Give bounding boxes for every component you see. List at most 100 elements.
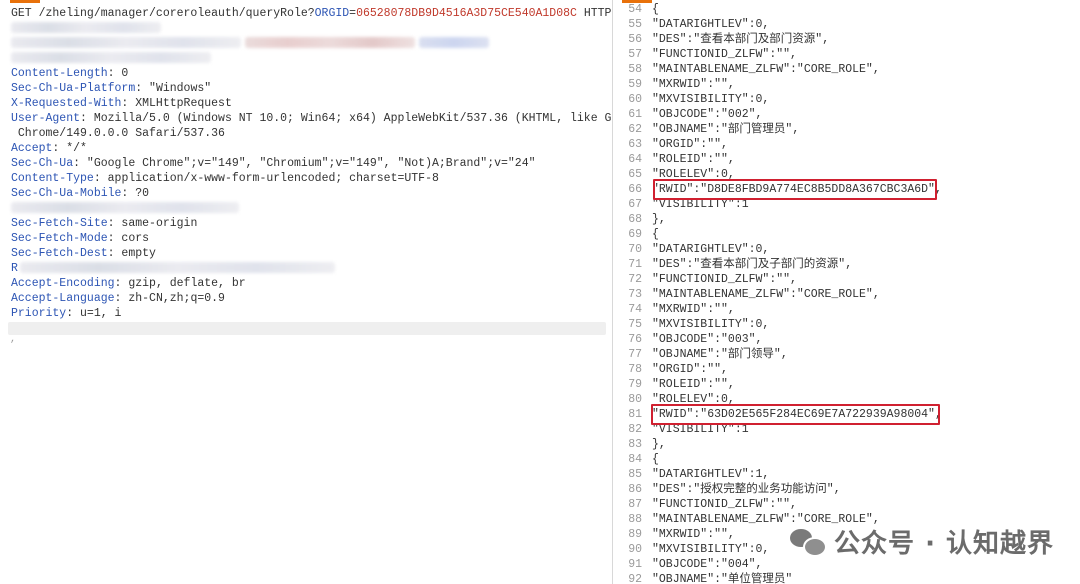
redacted-header — [11, 21, 608, 36]
code-line: 73 "MAINTABLENAME_ZLFW":"CORE_ROLE", — [614, 287, 1080, 302]
line-content: "FUNCTIONID_ZLFW":"", — [652, 273, 797, 286]
line-content: { — [652, 453, 659, 466]
line-content: "FUNCTIONID_ZLFW":"", — [652, 498, 797, 511]
code-line: 86 "DES":"授权完整的业务功能访问", — [614, 482, 1080, 497]
header-line-continued: Chrome/149.0.0.0 Safari/537.36 — [11, 127, 225, 140]
line-number: 66 — [628, 183, 642, 196]
code-line: 68}, — [614, 212, 1080, 227]
line-content: }, — [652, 213, 666, 226]
redacted-header — [11, 36, 608, 51]
line-content: "MAINTABLENAME_ZLFW":"CORE_ROLE", — [652, 288, 880, 301]
line-number: 88 — [628, 513, 642, 526]
code-line: 71 "DES":"查看本部门及子部门的资源", — [614, 257, 1080, 272]
line-content: "ORGID":"", — [652, 363, 728, 376]
header-line: Priority: u=1, i — [11, 307, 122, 320]
line-number: 82 — [628, 423, 642, 436]
line-number: 56 — [628, 33, 642, 46]
line-number: 61 — [628, 108, 642, 121]
line-number: 58 — [628, 63, 642, 76]
request-editor[interactable]: GET /zheling/manager/coreroleauth/queryR… — [11, 6, 613, 321]
response-editor[interactable]: 54 {55 "DATARIGHTLEV":0, 56 "DES":"查看本部门及部门资… — [614, 2, 1080, 584]
line-number: 81 — [628, 408, 642, 421]
code-line: 54 { — [614, 2, 1080, 17]
code-line: 61 "OBJCODE":"002", — [614, 107, 1080, 122]
code-line: 72 "FUNCTIONID_ZLFW":"", — [614, 272, 1080, 287]
request-tab-indicator — [10, 0, 40, 3]
code-line: 58 "MAINTABLENAME_ZLFW":"CORE_ROLE", — [614, 62, 1080, 77]
code-line: 87 "FUNCTIONID_ZLFW":"", — [614, 497, 1080, 512]
line-number: 86 — [628, 483, 642, 496]
code-line: 78 "ORGID":"", — [614, 362, 1080, 377]
line-number: 90 — [628, 543, 642, 556]
line-number: 83 — [628, 438, 642, 451]
line-content: "ROLEID":"", — [652, 378, 735, 391]
header-line: User-Agent: Mozilla/5.0 (Windows NT 10.0… — [11, 112, 613, 125]
line-number: 74 — [628, 303, 642, 316]
code-line: 62 "OBJNAME":"部门管理员", — [614, 122, 1080, 137]
line-number: 89 — [628, 528, 642, 541]
line-number: 75 — [628, 318, 642, 331]
code-line: 92 "OBJNAME":"单位管理员" — [614, 572, 1080, 584]
header-line: X-Requested-With: XMLHttpRequest — [11, 97, 232, 110]
line-number: 85 — [628, 468, 642, 481]
line-content: "DATARIGHTLEV":1, — [652, 468, 770, 481]
line-content: "DES":"查看本部门及子部门的资源", — [652, 258, 853, 271]
line-number: 78 — [628, 363, 642, 376]
line-number: 64 — [628, 153, 642, 166]
code-line: 74 "MXRWID":"", — [614, 302, 1080, 317]
code-line: 57 "FUNCTIONID_ZLFW":"", — [614, 47, 1080, 62]
line-number: 63 — [628, 138, 642, 151]
line-number: 91 — [628, 558, 642, 571]
line-number: 72 — [628, 273, 642, 286]
header-line: Accept: */* — [11, 142, 87, 155]
search-bar[interactable] — [8, 322, 606, 335]
line-number: 80 — [628, 393, 642, 406]
line-content: "OBJCODE":"002", — [652, 108, 763, 121]
code-line: 75 "MXVISIBILITY":0, — [614, 317, 1080, 332]
watermark: 公众号 · 认知越界 — [790, 523, 1054, 560]
line-number: 67 — [628, 198, 642, 211]
line-number: 76 — [628, 333, 642, 346]
code-line: 64 "ROLEID":"", — [614, 152, 1080, 167]
line-content: "MXVISIBILITY":0, — [652, 318, 770, 331]
line-content: "DATARIGHTLEV":0, — [652, 18, 770, 31]
code-line: 85 "DATARIGHTLEV":1, — [614, 467, 1080, 482]
line-content: "OBJNAME":"部门领导", — [652, 348, 788, 361]
line-number: 92 — [628, 573, 642, 584]
rwid-highlight-box — [651, 404, 940, 425]
line-content: "DES":"授权完整的业务功能访问", — [652, 483, 841, 496]
code-line: 76 "OBJCODE":"003", — [614, 332, 1080, 347]
line-content: "ROLEID":"", — [652, 153, 735, 166]
header-line: Sec-Ch-Ua-Mobile: ?0 — [11, 187, 150, 200]
line-number: 70 — [628, 243, 642, 256]
header-line: Accept-Language: zh-CN,zh;q=0.9 — [11, 292, 225, 305]
line-number: 79 — [628, 378, 642, 391]
code-line: 77 "OBJNAME":"部门领导", — [614, 347, 1080, 362]
line-content: }, — [652, 438, 666, 451]
response-pane[interactable]: 54 {55 "DATARIGHTLEV":0, 56 "DES":"查看本部门及部门资… — [614, 0, 1080, 584]
header-line: Sec-Fetch-Site: same-origin — [11, 217, 198, 230]
line-content: "MXRWID":"", — [652, 78, 735, 91]
redacted-header — [11, 201, 608, 216]
code-line: 69 { — [614, 227, 1080, 242]
code-line: 55 "DATARIGHTLEV":0, — [614, 17, 1080, 32]
header-line: Sec-Fetch-Mode: cors — [11, 232, 150, 245]
header-line: Sec-Ch-Ua: "Google Chrome";v="149", "Chr… — [11, 157, 536, 170]
wechat-icon — [790, 527, 828, 557]
code-line: 70 "DATARIGHTLEV":0, — [614, 242, 1080, 257]
code-line: 59 "MXRWID":"", — [614, 77, 1080, 92]
line-number: 73 — [628, 288, 642, 301]
header-line: Content-Length: 0 — [11, 67, 129, 80]
request-line: GET /zheling/manager/coreroleauth/queryR… — [11, 7, 612, 20]
line-number: 77 — [628, 348, 642, 361]
code-line: 60 "MXVISIBILITY":0, — [614, 92, 1080, 107]
header-line-redacted: R — [11, 261, 608, 276]
line-number: 71 — [628, 258, 642, 271]
line-number: 68 — [628, 213, 642, 226]
line-content: "MXRWID":"", — [652, 303, 735, 316]
line-number: 55 — [628, 18, 642, 31]
request-pane[interactable]: GET /zheling/manager/coreroleauth/queryR… — [0, 0, 613, 584]
redacted-header — [11, 51, 608, 66]
header-line: Accept-Encoding: gzip, deflate, br — [11, 277, 246, 290]
line-content: "OBJNAME":"单位管理员" — [652, 573, 793, 584]
